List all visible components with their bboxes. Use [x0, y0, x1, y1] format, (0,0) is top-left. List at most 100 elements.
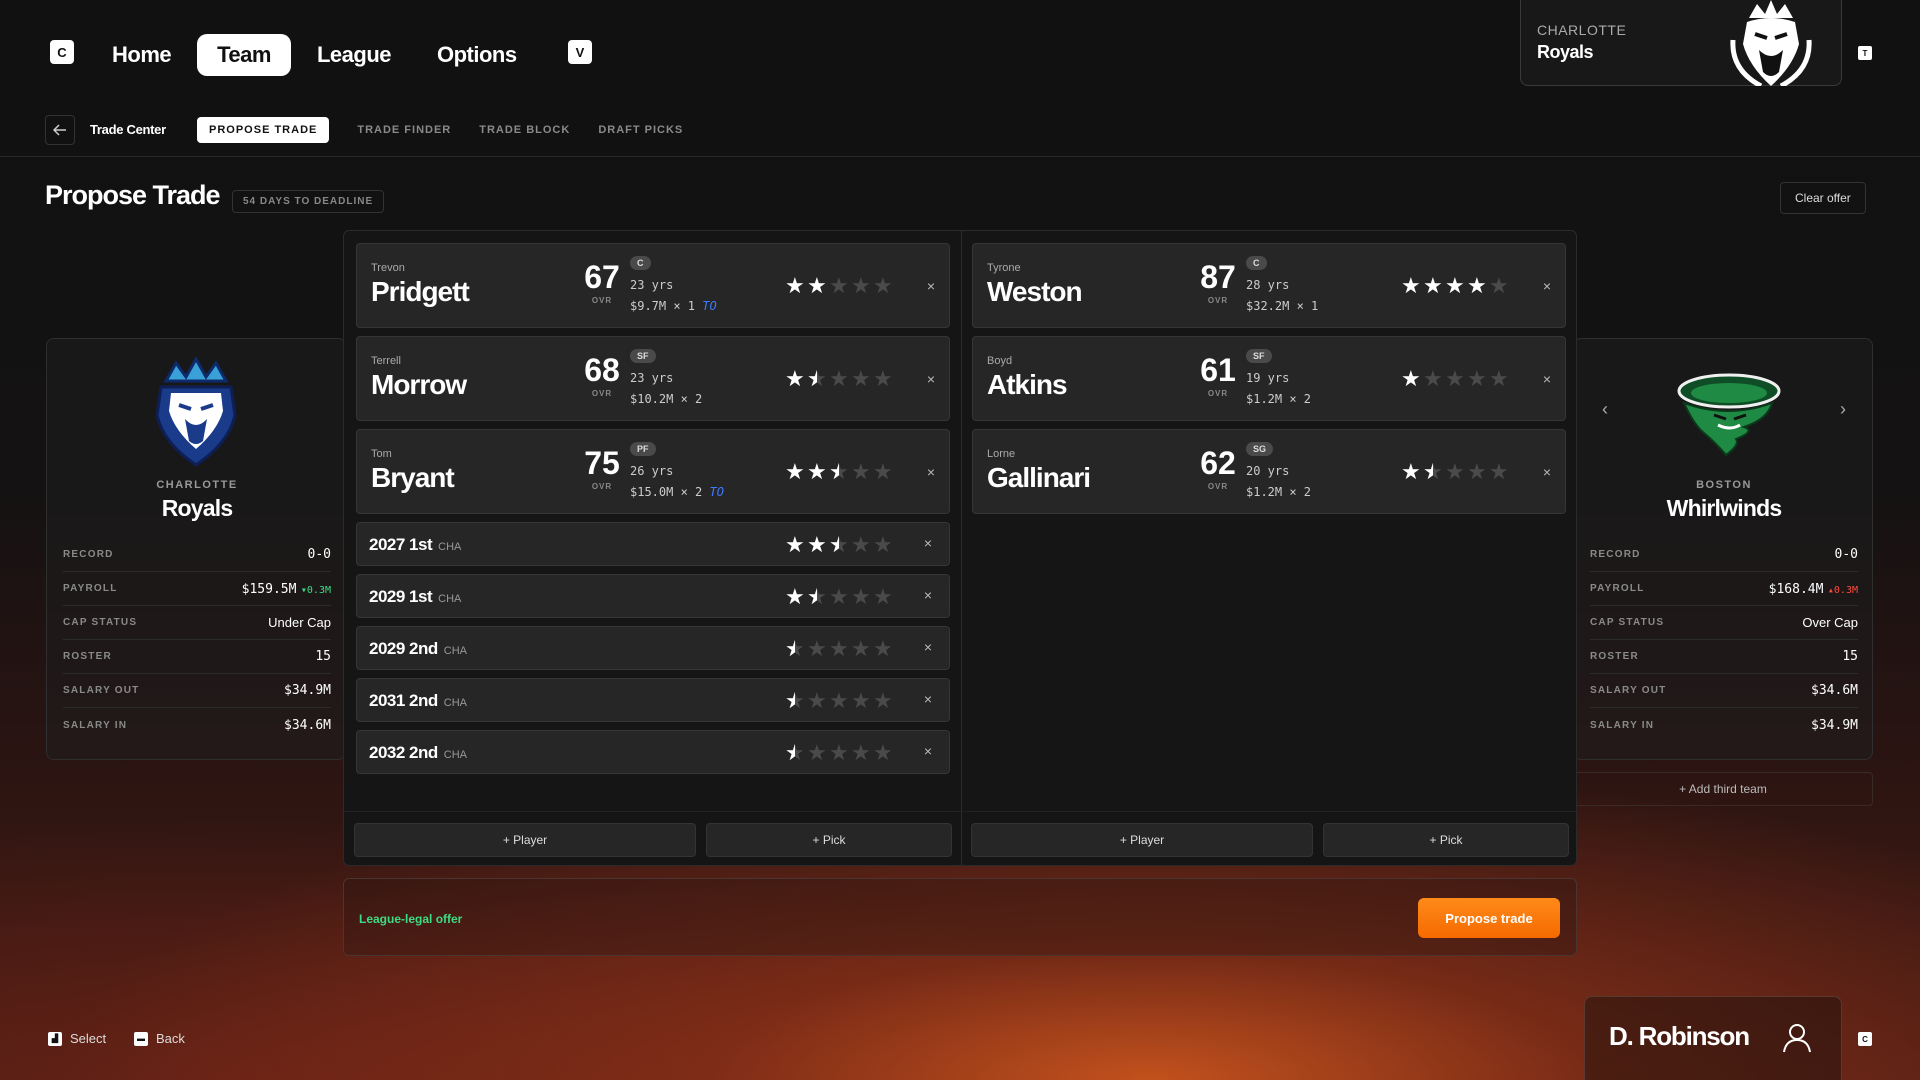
- player-card[interactable]: Boyd Atkins 61 OVR SF 19 yrs $1.2M × 2 ★…: [972, 336, 1566, 421]
- team-key-hint: T: [1858, 46, 1872, 60]
- star-icon: ★: [873, 366, 893, 391]
- nav-home[interactable]: Home: [92, 34, 191, 76]
- left-team-stats: RECORD 0-0 PAYROLL $159.5M ▾0.3M CAP STATU…: [63, 538, 331, 742]
- pick-name: 2029 2nd CHA: [369, 639, 467, 659]
- right-add-pick-button[interactable]: + Pick: [1323, 823, 1569, 857]
- hint-back[interactable]: ▬ Back: [134, 1031, 185, 1046]
- star-icon: ★: [1489, 273, 1509, 298]
- nav-right-key-hint: V: [568, 40, 592, 64]
- star-icon: ★: [785, 638, 805, 661]
- stat-value: Over Cap: [1802, 615, 1858, 630]
- stat-label: ROSTER: [63, 651, 112, 662]
- player-contract: $9.7M × 1 TO: [630, 299, 717, 313]
- remove-button[interactable]: ×: [918, 639, 938, 659]
- star-icon: ★: [829, 584, 849, 609]
- contract-value: $10.2M × 2: [630, 392, 703, 406]
- stat-value: 0-0: [1834, 547, 1858, 562]
- star-icon: ★: [829, 366, 849, 391]
- star-rating: ★ ★ ★ ★ ★: [1401, 366, 1509, 391]
- tab-trade-block[interactable]: TRADE BLOCK: [479, 124, 570, 136]
- current-team-card[interactable]: CHARLOTTE Royals: [1520, 0, 1842, 86]
- star-icon: ★: [1467, 366, 1487, 391]
- remove-button[interactable]: ×: [1537, 278, 1557, 298]
- user-profile-card[interactable]: D. Robinson: [1584, 996, 1842, 1080]
- star-icon: ★: [1445, 459, 1465, 484]
- player-card[interactable]: Lorne Gallinari 62 OVR SG 20 yrs $1.2M ×…: [972, 429, 1566, 514]
- star-icon: ★: [873, 532, 893, 557]
- stat-value-group: $159.5M ▾0.3M: [242, 580, 331, 598]
- draft-pick-row[interactable]: 2031 2ndCHA ★★★★★ ×: [356, 678, 950, 722]
- player-first-name: Tyrone: [987, 262, 1021, 274]
- back-button[interactable]: [45, 115, 75, 145]
- star-rating: ★ ★ ★ ★ ★: [785, 584, 893, 609]
- propose-trade-button[interactable]: Propose trade: [1418, 898, 1560, 938]
- hint-label: Back: [156, 1031, 185, 1046]
- next-team-button[interactable]: ›: [1840, 399, 1846, 420]
- nav-league[interactable]: League: [297, 34, 411, 76]
- left-add-pick-button[interactable]: + Pick: [706, 823, 952, 857]
- star-icon: ★: [829, 273, 849, 298]
- player-position: SF: [1246, 349, 1272, 363]
- remove-button[interactable]: ×: [1537, 464, 1557, 484]
- star-icon: ★: [1489, 366, 1509, 391]
- remove-button[interactable]: ×: [921, 371, 941, 391]
- draft-pick-row[interactable]: 2029 2ndCHA ★★★★★ ×: [356, 626, 950, 670]
- player-card[interactable]: Tyrone Weston 87 OVR C 28 yrs $32.2M × 1…: [972, 243, 1566, 328]
- stat-label: SALARY IN: [1590, 719, 1655, 731]
- left-add-player-button[interactable]: + Player: [354, 823, 696, 857]
- draft-pick-row[interactable]: 2029 1stCHA ★★★★★ ×: [356, 574, 950, 618]
- player-card[interactable]: Terrell Morrow 68 OVR SF 23 yrs $10.2M ×…: [356, 336, 950, 421]
- stat-row-cap-status: CAP STATUS Over Cap: [1590, 606, 1858, 640]
- right-add-player-button[interactable]: + Player: [971, 823, 1313, 857]
- draft-pick-row[interactable]: 2032 2ndCHA ★★★★★ ×: [356, 730, 950, 774]
- add-third-team-button[interactable]: + Add third team: [1573, 772, 1873, 806]
- star-rating: ★ ★ ★ ★ ★: [785, 459, 893, 484]
- star-icon: ★: [851, 688, 871, 713]
- tab-propose-trade[interactable]: PROPOSE TRADE: [197, 117, 330, 143]
- remove-button[interactable]: ×: [1537, 371, 1557, 391]
- player-card[interactable]: Trevon Pridgett 67 OVR C 23 yrs $9.7M × …: [356, 243, 950, 328]
- star-icon: ★: [851, 459, 871, 484]
- add-buttons-divider: [344, 811, 1578, 812]
- star-icon: ★: [829, 636, 849, 661]
- star-icon: ★: [1445, 366, 1465, 391]
- player-card[interactable]: Tom Bryant 75 OVR PF 26 yrs $15.0M × 2 T…: [356, 429, 950, 514]
- star-icon: ★: [807, 532, 827, 557]
- nav-options[interactable]: Options: [417, 34, 537, 76]
- player-contract: $1.2M × 2: [1246, 392, 1311, 406]
- tab-trade-finder[interactable]: TRADE FINDER: [357, 124, 451, 136]
- clear-offer-button[interactable]: Clear offer: [1780, 182, 1866, 214]
- remove-button[interactable]: ×: [918, 587, 938, 607]
- player-first-name: Lorne: [987, 448, 1016, 460]
- player-ovr: 61: [1200, 352, 1236, 388]
- right-team-city: BOSTON: [1696, 479, 1752, 491]
- player-contract: $10.2M × 2: [630, 392, 702, 406]
- player-last-name: Bryant: [371, 462, 455, 493]
- player-last-name: Atkins: [987, 369, 1068, 400]
- left-team-city: CHARLOTTE: [156, 479, 238, 491]
- remove-button[interactable]: ×: [918, 743, 938, 763]
- star-icon: ★: [873, 584, 893, 609]
- remove-button[interactable]: ×: [918, 691, 938, 711]
- player-ovr-label: OVR: [591, 296, 613, 305]
- remove-button[interactable]: ×: [918, 535, 938, 555]
- pick-label: 2029 2nd: [369, 639, 438, 658]
- stat-label: RECORD: [63, 549, 114, 560]
- tab-draft-picks[interactable]: DRAFT PICKS: [598, 124, 683, 136]
- hint-select[interactable]: ▟ Select: [48, 1031, 106, 1046]
- draft-pick-row[interactable]: 2027 1stCHA ★★★★★ ×: [356, 522, 950, 566]
- player-last-name: Morrow: [371, 369, 467, 400]
- team-option: TO: [709, 485, 724, 499]
- player-ovr: 87: [1200, 259, 1236, 295]
- pick-team: CHA: [443, 645, 467, 657]
- stat-value: 0-0: [307, 547, 331, 562]
- back-key-icon: ▬: [134, 1031, 148, 1046]
- star-icon: ★: [785, 532, 805, 557]
- remove-button[interactable]: ×: [921, 464, 941, 484]
- hint-label: Select: [70, 1031, 107, 1046]
- nav-team[interactable]: Team: [197, 34, 291, 76]
- star-icon: ★: [873, 688, 893, 713]
- remove-button[interactable]: ×: [921, 278, 941, 298]
- player-ovr-label: OVR: [591, 389, 613, 398]
- prev-team-button[interactable]: ‹: [1602, 399, 1608, 420]
